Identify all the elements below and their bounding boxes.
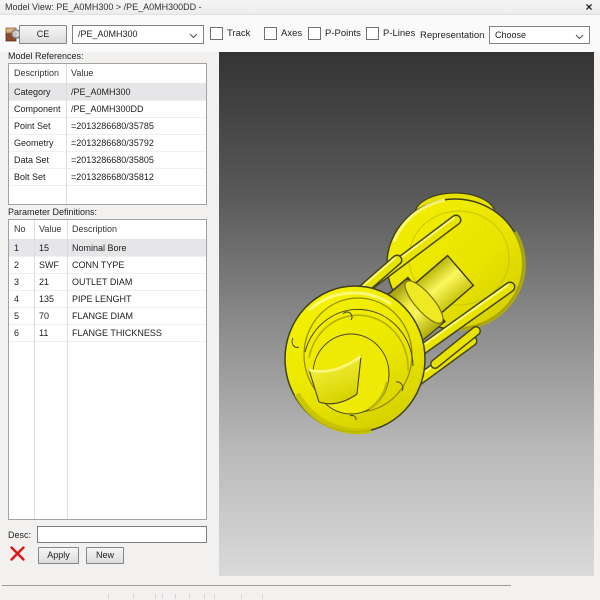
checkbox-ppoints[interactable]: P-Points bbox=[308, 27, 361, 40]
chevron-down-icon bbox=[575, 34, 584, 40]
delete-red-x-icon[interactable] bbox=[9, 545, 26, 562]
table-cell: Bolt Set bbox=[9, 169, 66, 185]
table-cell: /PE_A0MH300 bbox=[66, 84, 206, 100]
tick-mark bbox=[214, 594, 215, 599]
table-cell: 70 bbox=[34, 308, 67, 324]
table-row[interactable]: 611FLANGE THICKNESS bbox=[9, 325, 206, 342]
bottom-divider bbox=[2, 585, 511, 586]
desc-input[interactable] bbox=[37, 526, 207, 543]
representation-label: Representation bbox=[420, 30, 484, 41]
column-header: No bbox=[9, 220, 34, 239]
table-row[interactable]: Geometry=2013286680/35792 bbox=[9, 135, 206, 152]
table-cell: Nominal Bore bbox=[67, 240, 206, 256]
checkbox-axes-box[interactable] bbox=[264, 27, 277, 40]
table-cell: /PE_A0MH300DD bbox=[66, 101, 206, 117]
table-cell: 2 bbox=[9, 257, 34, 273]
table-cell: CONN TYPE bbox=[67, 257, 206, 273]
table-cell: 4 bbox=[9, 291, 34, 307]
table-body: 115Nominal Bore2SWFCONN TYPE321OUTLET DI… bbox=[9, 240, 206, 342]
table-row[interactable]: 570FLANGE DIAM bbox=[9, 308, 206, 325]
table-cell: Geometry bbox=[9, 135, 66, 151]
model-references-table: DescriptionValue Category/PE_A0MH300Comp… bbox=[8, 63, 207, 205]
table-cell: OUTLET DIAM bbox=[67, 274, 206, 290]
column-separator bbox=[66, 64, 67, 204]
parameter-definitions-table: NoValueDescription 115Nominal Bore2SWFCO… bbox=[8, 219, 207, 520]
desc-label: Desc: bbox=[8, 530, 31, 540]
viewport-3d[interactable] bbox=[219, 52, 594, 576]
tick-mark bbox=[262, 594, 263, 599]
table-row[interactable]: Category/PE_A0MH300 bbox=[9, 84, 206, 101]
checkbox-track-box[interactable] bbox=[210, 27, 223, 40]
table-cell: =2013286680/35792 bbox=[66, 135, 206, 151]
tick-mark bbox=[155, 594, 156, 599]
new-button[interactable]: New bbox=[86, 547, 124, 564]
model-combobox[interactable]: /PE_A0MH300 bbox=[72, 25, 204, 44]
chevron-down-icon bbox=[189, 33, 198, 39]
tick-mark bbox=[133, 594, 134, 599]
table-cell: Category bbox=[9, 84, 66, 100]
apply-button[interactable]: Apply bbox=[38, 547, 79, 564]
table-row[interactable]: 4135PIPE LENGHT bbox=[9, 291, 206, 308]
table-body: Category/PE_A0MH300Component/PE_A0MH300D… bbox=[9, 84, 206, 186]
table-cell: 6 bbox=[9, 325, 34, 341]
tick-mark bbox=[175, 594, 176, 599]
table-row[interactable]: 321OUTLET DIAM bbox=[9, 274, 206, 291]
tick-mark bbox=[189, 594, 190, 599]
table-header: NoValueDescription bbox=[9, 220, 206, 240]
table-cell: FLANGE THICKNESS bbox=[67, 325, 206, 341]
table-cell: 3 bbox=[9, 274, 34, 290]
tick-mark bbox=[204, 594, 205, 599]
checkbox-track[interactable]: Track bbox=[210, 27, 250, 40]
table-cell: 21 bbox=[34, 274, 67, 290]
table-cell: FLANGE DIAM bbox=[67, 308, 206, 324]
representation-combobox[interactable]: Choose bbox=[489, 26, 590, 44]
column-header: Value bbox=[34, 220, 67, 239]
table-row[interactable]: Bolt Set=2013286680/35812 bbox=[9, 169, 206, 186]
table-cell: 135 bbox=[34, 291, 67, 307]
representation-combobox-value: Choose bbox=[495, 30, 526, 40]
column-header: Description bbox=[9, 64, 66, 83]
close-icon[interactable]: × bbox=[582, 0, 596, 14]
tick-mark bbox=[241, 594, 242, 599]
parameter-definitions-label: Parameter Definitions: bbox=[8, 207, 97, 217]
model-front-flange bbox=[285, 286, 425, 432]
table-cell: =2013286680/35785 bbox=[66, 118, 206, 134]
model-3d-graphic bbox=[219, 52, 594, 576]
ce-button[interactable]: CE bbox=[19, 25, 67, 44]
table-row[interactable]: 2SWFCONN TYPE bbox=[9, 257, 206, 274]
table-cell: 15 bbox=[34, 240, 67, 256]
table-row[interactable]: Component/PE_A0MH300DD bbox=[9, 101, 206, 118]
table-cell: 5 bbox=[9, 308, 34, 324]
table-header: DescriptionValue bbox=[9, 64, 206, 84]
window-title: Model View: PE_A0MH300 > /PE_A0MH300DD - bbox=[5, 2, 202, 12]
table-cell: Component bbox=[9, 101, 66, 117]
table-cell: Data Set bbox=[9, 152, 66, 168]
tick-mark bbox=[108, 594, 109, 599]
table-cell: 11 bbox=[34, 325, 67, 341]
checkbox-ppoints-box[interactable] bbox=[308, 27, 321, 40]
checkbox-plines-box[interactable] bbox=[366, 27, 379, 40]
table-cell: PIPE LENGHT bbox=[67, 291, 206, 307]
column-separator bbox=[67, 220, 68, 519]
model-references-label: Model References: bbox=[8, 51, 84, 61]
table-row[interactable]: Data Set=2013286680/35805 bbox=[9, 152, 206, 169]
table-cell: 1 bbox=[9, 240, 34, 256]
table-row[interactable]: Point Set=2013286680/35785 bbox=[9, 118, 206, 135]
table-row[interactable]: 115Nominal Bore bbox=[9, 240, 206, 257]
column-separator bbox=[34, 220, 35, 519]
checkbox-plines[interactable]: P-Lines bbox=[366, 27, 415, 40]
table-cell: Point Set bbox=[9, 118, 66, 134]
table-cell: =2013286680/35805 bbox=[66, 152, 206, 168]
column-header: Description bbox=[67, 220, 206, 239]
tick-mark bbox=[162, 594, 163, 599]
toolbar: CE /PE_A0MH300 Track Axes P-Points P-Lin… bbox=[0, 15, 600, 52]
checkbox-axes[interactable]: Axes bbox=[264, 27, 302, 40]
table-cell: =2013286680/35812 bbox=[66, 169, 206, 185]
title-bar: Model View: PE_A0MH300 > /PE_A0MH300DD -… bbox=[0, 0, 600, 15]
column-header: Value bbox=[66, 64, 206, 83]
model-combobox-value: /PE_A0MH300 bbox=[78, 29, 138, 39]
model-view-dialog: { "window": { "title": "Model View: PE_A… bbox=[0, 0, 600, 600]
table-cell: SWF bbox=[34, 257, 67, 273]
